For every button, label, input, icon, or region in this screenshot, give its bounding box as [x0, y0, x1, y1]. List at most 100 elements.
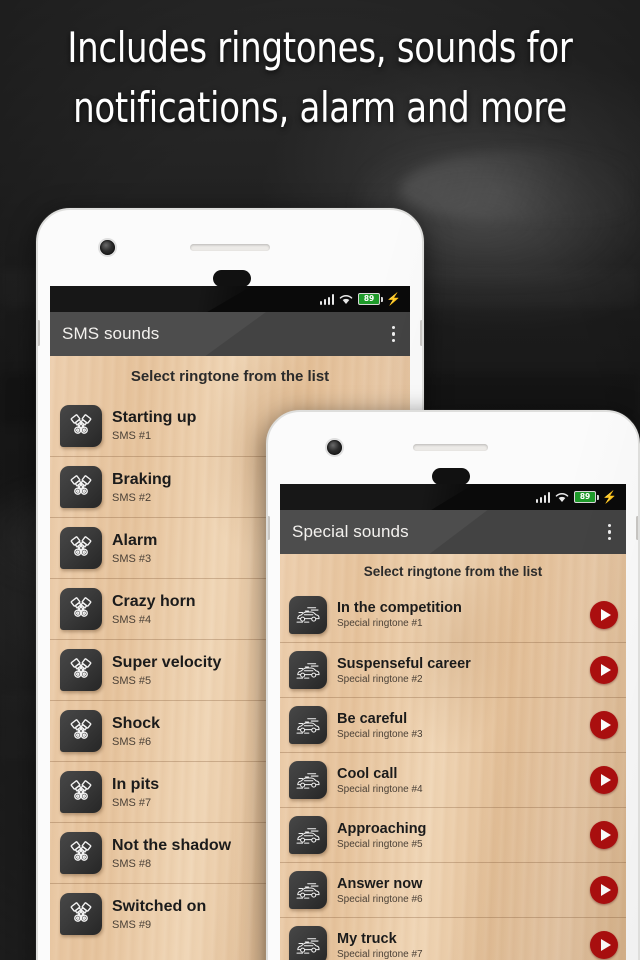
crossed-pistons-icon	[70, 658, 92, 678]
play-button[interactable]	[590, 766, 618, 794]
page-title-special: Special sounds	[292, 522, 409, 541]
crossed-pistons-icon	[70, 475, 92, 495]
ringtone-list-item[interactable]: Answer now Special ringtone #6	[280, 862, 626, 917]
power-button[interactable]	[636, 516, 638, 540]
ringtone-item-title: Cool call	[337, 765, 398, 782]
ringtone-item-title: Answer now	[337, 875, 423, 892]
crossed-pistons-icon	[60, 893, 102, 935]
play-button[interactable]	[590, 600, 618, 629]
crossed-pistons-icon	[60, 588, 102, 630]
ringtone-item-subtitle: Special ringtone #3	[337, 728, 423, 740]
play-icon	[600, 608, 611, 621]
crossed-pistons-icon	[60, 466, 102, 508]
ringtone-list-item[interactable]: Suspenseful career Special ringtone #2	[280, 642, 626, 697]
promo-headline-line-1: Includes ringtones, sounds for	[67, 23, 573, 72]
volume-button[interactable]	[268, 516, 270, 540]
ringtone-list-item[interactable]: Approaching Special ringtone #5	[280, 807, 626, 862]
action-bar-special: Special sounds	[280, 510, 626, 554]
speeding-car-icon	[295, 882, 319, 899]
crossed-pistons-icon	[60, 649, 102, 691]
crossed-pistons-icon	[70, 780, 92, 800]
play-button[interactable]	[590, 931, 618, 959]
speeding-car-icon	[289, 651, 327, 689]
crossed-pistons-icon	[60, 832, 102, 874]
ringtone-list-item[interactable]: Be careful Special ringtone #3	[280, 697, 626, 752]
ringtone-item-title: Be careful	[337, 710, 408, 727]
crossed-pistons-icon	[60, 527, 102, 569]
play-button[interactable]	[590, 876, 618, 904]
battery-level: 89	[579, 492, 591, 502]
promo-headline-line-2: notifications, alarm and more	[73, 82, 567, 132]
play-button[interactable]	[590, 656, 618, 684]
signal-bars-icon	[535, 491, 551, 503]
ringtone-item-subtitle: Special ringtone #4	[337, 783, 423, 795]
power-button[interactable]	[420, 320, 422, 346]
ringtone-item-title: Approaching	[337, 820, 427, 837]
play-button[interactable]	[590, 821, 618, 849]
speeding-car-icon	[289, 816, 327, 854]
overflow-menu-icon[interactable]	[605, 520, 615, 545]
list-heading-special: Select ringtone from the list	[363, 564, 543, 579]
ringtone-list-item[interactable]: My truck Special ringtone #7	[280, 917, 626, 960]
play-icon	[600, 939, 611, 951]
crossed-pistons-icon	[70, 719, 92, 739]
speeding-car-icon	[289, 706, 327, 744]
crossed-pistons-icon	[70, 841, 92, 861]
speeding-car-icon	[295, 717, 319, 734]
battery-level: 89	[363, 294, 375, 304]
ringtone-item-text: My truck Special ringtone #7	[327, 931, 582, 960]
lightning-bolt-icon: ⚡	[602, 490, 617, 504]
speeding-car-icon	[289, 926, 327, 960]
volume-button[interactable]	[38, 320, 40, 346]
crossed-pistons-icon	[70, 536, 92, 556]
ringtone-item-text: Be careful Special ringtone #3	[327, 711, 582, 740]
play-icon	[600, 719, 611, 731]
play-button[interactable]	[590, 711, 618, 739]
speeding-car-icon	[295, 607, 319, 623]
ringtone-list-item[interactable]: Cool call Special ringtone #4	[280, 752, 626, 807]
crossed-pistons-icon	[60, 710, 102, 752]
crossed-pistons-icon	[70, 413, 92, 434]
crossed-pistons-icon	[60, 771, 102, 813]
phone-mockup-special-sounds: 89 ⚡ Special sounds Select ringtone from…	[266, 410, 640, 960]
play-icon	[600, 664, 611, 676]
status-bar: 89 ⚡	[50, 286, 410, 312]
list-body-special[interactable]: Select ringtone from the list In the com…	[280, 554, 626, 960]
play-icon	[600, 829, 611, 841]
ringtone-item-subtitle: Special ringtone #1	[337, 618, 423, 629]
ringtone-item-text: Answer now Special ringtone #6	[327, 876, 582, 905]
wifi-icon	[339, 294, 353, 305]
front-camera-icon	[327, 440, 342, 455]
ringtone-list-special[interactable]: In the competition Special ringtone #1 Su…	[280, 587, 626, 960]
action-bar-sms: SMS sounds	[50, 312, 410, 356]
screen-special-sounds: 89 ⚡ Special sounds Select ringtone from…	[280, 484, 626, 960]
lightning-bolt-icon: ⚡	[386, 292, 401, 306]
ringtone-item-text: Cool call Special ringtone #4	[327, 766, 582, 795]
speeding-car-icon	[289, 761, 327, 799]
earpiece-speaker	[413, 444, 488, 451]
app-store-promo-screenshot: Includes ringtones, sounds for notificat…	[0, 0, 640, 960]
speeding-car-icon	[295, 937, 319, 954]
play-icon	[600, 774, 611, 786]
ringtone-item-text: In the competition Special ringtone #1	[327, 600, 582, 629]
overflow-menu-icon[interactable]	[389, 322, 399, 347]
battery-icon: 89	[358, 293, 384, 305]
front-camera-icon	[100, 240, 115, 255]
crossed-pistons-icon	[70, 597, 92, 617]
speeding-car-icon	[289, 871, 327, 909]
ringtone-item-subtitle: Special ringtone #5	[337, 838, 423, 850]
ringtone-item-title: My truck	[337, 930, 397, 947]
page-title-sms: SMS sounds	[62, 324, 160, 343]
crossed-pistons-icon	[70, 902, 92, 922]
promo-headline: Includes ringtones, sounds for notificat…	[0, 18, 640, 137]
signal-bars-icon	[319, 293, 335, 305]
crossed-pistons-icon	[60, 404, 102, 447]
list-heading-sms: Select ringtone from the list	[130, 368, 330, 385]
ringtone-item-text: Approaching Special ringtone #5	[327, 821, 582, 850]
ringtone-item-subtitle: Special ringtone #2	[337, 673, 423, 685]
wifi-icon	[555, 492, 569, 503]
play-icon	[600, 884, 611, 896]
earpiece-speaker	[190, 244, 270, 251]
ringtone-list-item[interactable]: In the competition Special ringtone #1	[280, 587, 626, 642]
speeding-car-icon	[295, 827, 319, 844]
